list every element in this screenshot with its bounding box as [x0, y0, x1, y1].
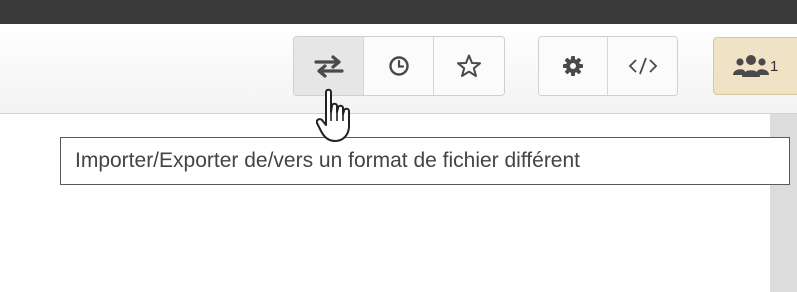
collaborators-button[interactable]: 1	[713, 37, 797, 95]
gear-icon	[563, 56, 583, 76]
users-icon	[733, 55, 769, 77]
import-export-button[interactable]	[294, 37, 364, 95]
history-clock-icon	[388, 56, 409, 76]
import-export-tooltip: Importer/Exporter de/vers un format de f…	[60, 137, 790, 185]
editor-toolbar: 1	[0, 24, 797, 114]
settings-button[interactable]	[539, 37, 608, 95]
code-icon	[628, 57, 657, 75]
star-button[interactable]	[434, 37, 504, 95]
history-button[interactable]	[364, 37, 434, 95]
collaborators-count: 1	[770, 57, 779, 75]
settings-button-group	[538, 36, 678, 96]
star-icon	[457, 54, 481, 77]
top-dark-bar	[0, 0, 797, 24]
import-export-icon	[313, 55, 344, 78]
hand-pointer-icon	[316, 88, 350, 142]
history-button-group	[293, 36, 505, 96]
code-view-button[interactable]	[608, 37, 677, 95]
